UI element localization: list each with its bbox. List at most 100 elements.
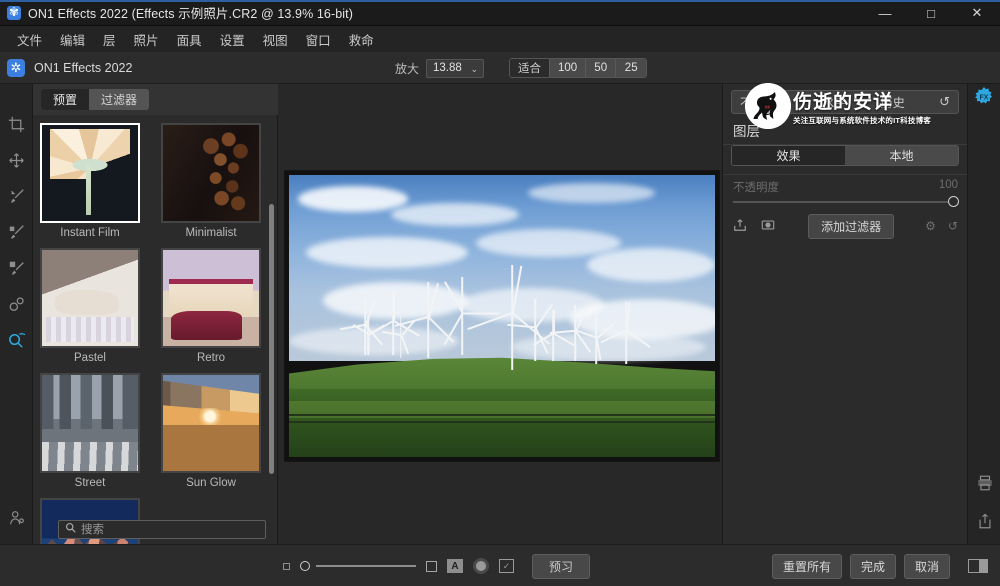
zoom-25-button[interactable]: 25 (616, 59, 647, 77)
photo-image (289, 175, 715, 457)
fit-button[interactable]: 适合 (510, 59, 551, 77)
crop-tool-icon[interactable] (0, 106, 33, 142)
checkbox-icon[interactable]: ✓ (499, 559, 514, 573)
browser-segment-control: 预置 过滤器 (41, 89, 150, 110)
save-preset-icon[interactable] (733, 218, 747, 235)
preset-label: Sun Glow (186, 477, 236, 489)
opacity-slider-knob[interactable] (948, 196, 959, 207)
preset-browser: 预置 过滤器 Instant Film Minimalist Pastel Re… (33, 84, 278, 586)
search-icon (65, 522, 76, 536)
panel-toggle-icon[interactable] (968, 559, 988, 573)
preset-instant-film[interactable]: Instant Film (40, 123, 140, 246)
brush-size-slider-knob[interactable] (300, 561, 310, 571)
bottom-right-controls: 重置所有 完成 取消 (771, 545, 1000, 586)
bottom-center-controls: A ✓ 预习 (278, 545, 591, 586)
show-mask-square-icon[interactable] (426, 560, 437, 572)
search-input[interactable]: 搜索 (58, 519, 266, 539)
clone-stamp-tool-icon[interactable] (0, 286, 33, 322)
portrait-tool-icon[interactable] (0, 500, 33, 536)
module-title: ON1 Effects 2022 (34, 60, 133, 75)
preset-sun-glow[interactable]: Sun Glow (161, 373, 261, 496)
tab-opacity[interactable]: 不透明度 (740, 94, 788, 111)
canvas-area[interactable] (278, 84, 722, 544)
layers-panel: 不透明度 水平 历史 ↺ 图层 效果 本地 不透明度 100 添加过滤器 ⚙ ↺ (722, 84, 968, 544)
brush-size-slider-track[interactable] (316, 565, 416, 567)
reset-arrow-icon[interactable]: ↺ (948, 219, 958, 233)
preview-button[interactable]: 预习 (532, 553, 591, 579)
preset-label: Minimalist (185, 227, 237, 239)
window-controls: — □ ✕ (862, 0, 1000, 26)
add-filter-button[interactable]: 添加过滤器 (808, 213, 895, 239)
menu-layer[interactable]: 层 (94, 27, 125, 52)
tab-history[interactable]: 历史 (881, 94, 905, 111)
cancel-button[interactable]: 取消 (903, 553, 950, 579)
settings-gear-icon[interactable]: ⚙ (925, 219, 936, 233)
right-tool-rail (967, 84, 1000, 586)
gear-app-icon (7, 3, 21, 21)
chevron-down-icon: ⌄ (470, 63, 479, 74)
fx-settings-icon[interactable]: FX (973, 86, 995, 113)
done-button[interactable]: 完成 (849, 553, 896, 579)
reset-all-button[interactable]: 重置所有 (771, 553, 842, 579)
masking-brush-tool-icon[interactable] (0, 250, 33, 286)
preset-label: Street (74, 477, 106, 489)
preset-scrollbar[interactable] (269, 204, 274, 474)
maximize-button[interactable]: □ (908, 0, 954, 26)
effect-local-segment: 效果 本地 (731, 145, 959, 166)
preset-minimalist[interactable]: Minimalist (161, 123, 261, 246)
close-button[interactable]: ✕ (954, 0, 1000, 26)
bottom-toolbar: A ✓ 预习 重置所有 完成 取消 (0, 544, 1000, 586)
segment-effect[interactable]: 效果 (732, 146, 845, 165)
left-tool-rail (0, 84, 33, 586)
zoom-level-select[interactable]: 13.88 ⌄ (426, 58, 485, 78)
retouch-brush-tool-icon[interactable] (0, 178, 33, 214)
small-square-icon[interactable] (283, 562, 290, 570)
preset-pastel[interactable]: Pastel (40, 248, 140, 371)
print-icon[interactable] (968, 464, 1000, 502)
menu-settings[interactable]: 设置 (211, 27, 254, 52)
panel-reset-icon[interactable]: ↺ (939, 94, 950, 110)
fx-badge-icon (7, 58, 25, 77)
search-placeholder: 搜索 (81, 524, 104, 536)
menu-file[interactable]: 文件 (8, 27, 51, 52)
share-export-icon[interactable] (968, 502, 1000, 540)
preset-thumbnail (40, 248, 140, 348)
preset-search-row: 搜索 (33, 514, 278, 544)
opacity-row: 不透明度 100 (733, 179, 958, 195)
preset-label: Instant Film (60, 227, 120, 239)
segment-local[interactable]: 本地 (845, 146, 958, 165)
preset-thumbnail (161, 248, 261, 348)
fit-zoom-group: 适合 100 50 25 (509, 58, 648, 78)
tab-filters[interactable]: 过滤器 (89, 89, 150, 110)
menu-view[interactable]: 视图 (254, 27, 297, 52)
tab-levels[interactable]: 水平 (822, 94, 846, 111)
menu-edit[interactable]: 编辑 (51, 27, 94, 52)
menu-window[interactable]: 窗口 (297, 27, 340, 52)
zoom-level-value: 13.88 (433, 62, 462, 74)
menu-mask[interactable]: 面具 (168, 27, 211, 52)
opacity-slider-track[interactable] (733, 201, 958, 203)
panel-tab-bar: 不透明度 水平 历史 ↺ (731, 90, 959, 114)
text-overlay-icon[interactable]: A (447, 559, 463, 573)
opacity-label: 不透明度 (733, 182, 779, 194)
photo-frame (285, 171, 719, 461)
fence-line (289, 406, 715, 426)
mask-icon[interactable] (761, 218, 775, 235)
preset-street[interactable]: Street (40, 373, 140, 496)
minimize-button[interactable]: — (862, 0, 908, 26)
tab-presets[interactable]: 预置 (41, 89, 90, 110)
zoom-tool-icon[interactable] (0, 322, 33, 358)
panel-action-row: 添加过滤器 ⚙ ↺ (723, 212, 968, 240)
menu-photo[interactable]: 照片 (125, 27, 168, 52)
perfect-brush-tool-icon[interactable] (0, 214, 33, 250)
preset-thumbnail (40, 123, 140, 223)
zoom-50-button[interactable]: 50 (586, 59, 617, 77)
panel-title: 图层 (733, 124, 760, 139)
preset-thumbnail (40, 373, 140, 473)
soft-proof-icon[interactable] (473, 558, 489, 574)
zoom-controls: 放大 13.88 ⌄ 适合 100 50 25 (395, 52, 648, 84)
move-tool-icon[interactable] (0, 142, 33, 178)
preset-retro[interactable]: Retro (161, 248, 261, 371)
menu-help[interactable]: 救命 (340, 27, 383, 52)
zoom-100-button[interactable]: 100 (550, 59, 587, 77)
